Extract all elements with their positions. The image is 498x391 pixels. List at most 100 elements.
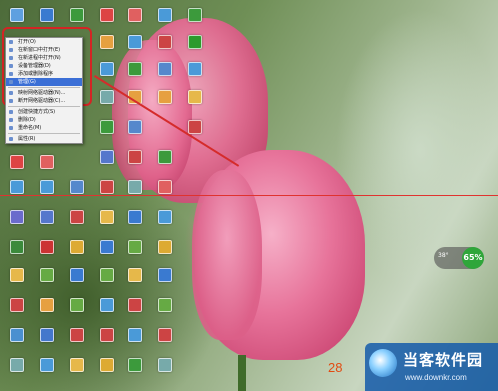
menu-item-icon [9, 72, 13, 76]
desktop-icon[interactable] [10, 240, 24, 254]
desktop-icon[interactable] [128, 8, 142, 22]
desktop-icon[interactable] [158, 268, 172, 282]
desktop-icon[interactable] [100, 90, 114, 104]
desktop-icon[interactable] [70, 298, 84, 312]
menu-item-properties[interactable]: 属性(R) [6, 135, 82, 143]
menu-item-label: 在新进程中打开(N) [18, 55, 61, 61]
desktop-icon[interactable] [100, 298, 114, 312]
desktop-icon[interactable] [100, 268, 114, 282]
menu-item-manage[interactable]: 管理(G) [6, 78, 82, 86]
menu-item-add-remove-programs[interactable]: 添加或删除程序 [6, 70, 82, 78]
menu-item-icon [9, 48, 13, 52]
desktop-icon[interactable] [100, 358, 114, 372]
desktop-icon[interactable] [128, 298, 142, 312]
desktop-icon[interactable] [10, 358, 24, 372]
menu-item-icon [9, 118, 13, 122]
menu-item-delete[interactable]: 删除(D) [6, 116, 82, 124]
menu-item-rename[interactable]: 重命名(M) [6, 124, 82, 132]
desktop-icon[interactable] [128, 210, 142, 224]
desktop-icon[interactable] [40, 298, 54, 312]
menu-item-icon [9, 126, 13, 130]
menu-item-disconnect-network-drive[interactable]: 断开网络驱动器(C)... [6, 97, 82, 105]
context-menu: 打开(O) 在新窗口中打开(E) 在新进程中打开(N) 设备管理器(D) 添加或… [5, 37, 83, 144]
desktop-icon[interactable] [70, 268, 84, 282]
desktop-icon[interactable] [188, 120, 202, 134]
desktop-icon[interactable] [10, 328, 24, 342]
desktop-icon[interactable] [158, 358, 172, 372]
desktop-icon[interactable] [40, 210, 54, 224]
desktop-icon[interactable] [10, 210, 24, 224]
menu-item-label: 属性(R) [18, 136, 36, 142]
menu-item-open-new-window[interactable]: 在新窗口中打开(E) [6, 46, 82, 54]
menu-item-device-manager[interactable]: 设备管理器(D) [6, 62, 82, 70]
desktop-icon[interactable] [128, 240, 142, 254]
desktop-icon[interactable] [188, 35, 202, 49]
desktop-icon[interactable] [10, 180, 24, 194]
desktop-icon[interactable] [40, 240, 54, 254]
desktop-icon[interactable] [100, 120, 114, 134]
desktop-icon[interactable] [100, 35, 114, 49]
desktop-icon[interactable] [70, 210, 84, 224]
desktop-icon[interactable] [158, 328, 172, 342]
menu-item-icon [9, 64, 13, 68]
desktop-icon[interactable] [158, 240, 172, 254]
desktop-icon[interactable] [40, 180, 54, 194]
desktop-icon[interactable] [188, 8, 202, 22]
menu-item-icon [9, 137, 13, 141]
desktop-icon[interactable] [158, 150, 172, 164]
desktop-icon[interactable] [188, 62, 202, 76]
desktop-icon[interactable] [128, 150, 142, 164]
menu-item-label: 管理(G) [18, 79, 36, 85]
desktop-icon[interactable] [188, 90, 202, 104]
desktop-icon[interactable] [128, 35, 142, 49]
desktop-icon[interactable] [158, 298, 172, 312]
desktop-icon[interactable] [158, 35, 172, 49]
desktop-icon[interactable] [40, 155, 54, 169]
desktop-icon[interactable] [128, 268, 142, 282]
desktop-icon[interactable] [158, 210, 172, 224]
desktop-icon[interactable] [70, 358, 84, 372]
desktop-icon[interactable] [70, 8, 84, 22]
system-monitor-gadget[interactable]: 38° 65% [434, 247, 484, 269]
desktop-icon[interactable] [100, 210, 114, 224]
tulip-upper-petal [112, 40, 192, 190]
tulip-stem [238, 355, 246, 391]
menu-item-label: 添加或删除程序 [18, 71, 54, 77]
desktop-icon[interactable] [158, 62, 172, 76]
desktop-icon[interactable] [70, 240, 84, 254]
desktop-icon[interactable] [100, 240, 114, 254]
menu-item-label: 删除(D) [18, 117, 36, 123]
desktop-icon[interactable] [128, 62, 142, 76]
desktop-icon[interactable] [158, 8, 172, 22]
desktop-icon[interactable] [70, 180, 84, 194]
desktop-icon[interactable] [10, 298, 24, 312]
menu-item-open[interactable]: 打开(O) [6, 38, 82, 46]
desktop-icon[interactable] [128, 358, 142, 372]
desktop-icon[interactable] [128, 120, 142, 134]
menu-item-map-network-drive[interactable]: 映射网络驱动器(N)... [6, 89, 82, 97]
desktop-icon[interactable] [40, 8, 54, 22]
desktop-icon[interactable] [10, 268, 24, 282]
desktop-icon[interactable] [128, 180, 142, 194]
menu-item-open-new-process[interactable]: 在新进程中打开(N) [6, 54, 82, 62]
menu-item-create-shortcut[interactable]: 创建快捷方式(S) [6, 108, 82, 116]
date-overlay: 28 [328, 360, 343, 375]
menu-item-icon [9, 56, 13, 60]
desktop-icon[interactable] [70, 328, 84, 342]
desktop-icon[interactable] [100, 328, 114, 342]
menu-item-label: 打开(O) [18, 39, 36, 45]
desktop-icon[interactable] [100, 62, 114, 76]
desktop-icon[interactable] [40, 358, 54, 372]
desktop-icon[interactable] [158, 180, 172, 194]
desktop-icon[interactable] [128, 328, 142, 342]
desktop-icon[interactable] [100, 8, 114, 22]
desktop-icon[interactable] [40, 328, 54, 342]
desktop-icon[interactable] [100, 180, 114, 194]
desktop-icon[interactable] [10, 155, 24, 169]
desktop-icon[interactable] [10, 8, 24, 22]
desktop-icon[interactable] [100, 150, 114, 164]
menu-item-label: 重命名(M) [18, 125, 42, 131]
desktop-icon[interactable] [158, 90, 172, 104]
desktop-icon[interactable] [40, 268, 54, 282]
watermark-url: www.downkr.com [405, 373, 467, 382]
